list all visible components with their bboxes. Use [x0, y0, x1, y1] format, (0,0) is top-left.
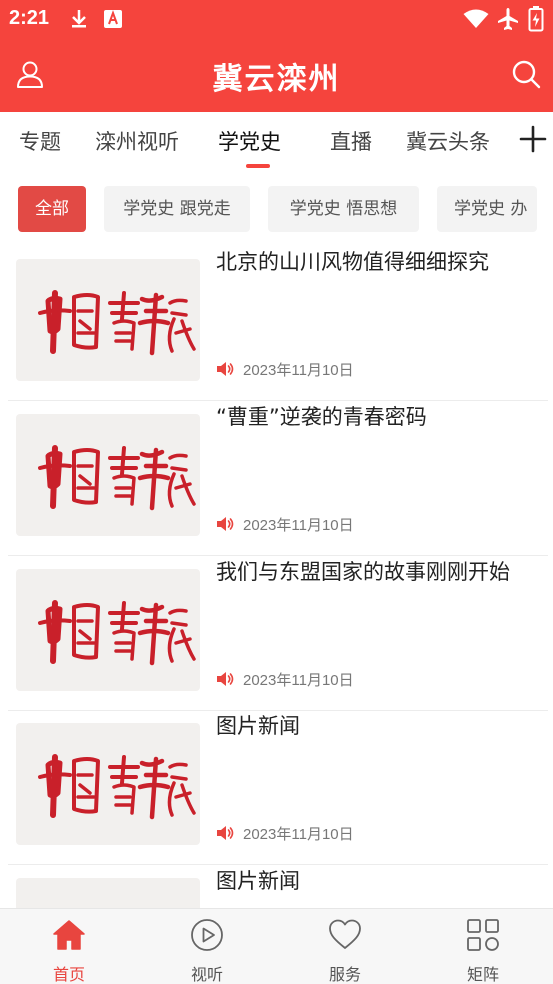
- article-item[interactable]: 图片新闻 2023年11月10日: [8, 711, 548, 865]
- article-thumbnail: [16, 569, 200, 691]
- audio-icon: [217, 672, 234, 686]
- article-title: “曹重”逆袭的青春密码: [216, 405, 427, 429]
- tab-topics[interactable]: 专题: [19, 126, 61, 156]
- article-date: 2023年11月10日: [243, 362, 354, 379]
- nav-home[interactable]: 首页: [14, 909, 124, 984]
- tab-live[interactable]: 直播: [330, 126, 372, 156]
- nav-matrix[interactable]: 矩阵: [428, 909, 538, 984]
- wifi-icon: [463, 9, 489, 28]
- chip-follow-party[interactable]: 学党史 跟党走: [104, 186, 250, 232]
- article-item[interactable]: 北京的山川风物值得细细探究 2023年11月10日: [8, 247, 548, 401]
- active-tab-indicator: [246, 164, 270, 168]
- article-thumbnail: [16, 723, 200, 845]
- chip-do-practical[interactable]: 学党史 办: [437, 186, 537, 232]
- download-icon: [72, 10, 86, 28]
- status-time: 2:21: [9, 7, 50, 29]
- nav-services[interactable]: 服务: [290, 909, 400, 984]
- article-title: 图片新闻: [216, 714, 300, 738]
- newspaper-logo-image: [38, 445, 196, 511]
- nav-audiovisual-label: 视听: [190, 965, 223, 984]
- nav-home-label: 首页: [52, 965, 85, 984]
- play-circle-icon: [191, 919, 223, 951]
- article-thumbnail: [16, 259, 200, 381]
- article-title: 我们与东盟国家的故事刚刚开始: [216, 560, 510, 584]
- nav-matrix-label: 矩阵: [466, 965, 499, 984]
- article-date: 2023年11月10日: [243, 517, 354, 534]
- bottom-navigation: 首页 视听 服务 矩阵: [0, 908, 553, 984]
- nav-audiovisual[interactable]: 视听: [152, 909, 262, 984]
- newspaper-logo-image: [38, 754, 196, 820]
- subcategory-chips: 全部 学党史 跟党走 学党史 悟思想 学党史 办: [0, 186, 553, 232]
- tab-luanzhou-av[interactable]: 滦州视听: [95, 126, 179, 156]
- newspaper-logo-image: [38, 290, 196, 356]
- audio-icon: [217, 362, 234, 376]
- article-item[interactable]: 我们与东盟国家的故事刚刚开始 2023年11月10日: [8, 557, 548, 711]
- status-bar: 2:21: [0, 0, 553, 38]
- audio-icon: [217, 826, 234, 840]
- app-title: 冀云滦州: [212, 62, 341, 97]
- article-thumbnail: [16, 414, 200, 536]
- plus-icon[interactable]: [518, 124, 548, 154]
- search-icon[interactable]: [510, 58, 542, 90]
- nav-services-label: 服务: [328, 965, 361, 984]
- article-title: 北京的山川风物值得细细探究: [216, 250, 489, 274]
- font-a-icon: [104, 10, 122, 28]
- airplane-mode-icon: [498, 8, 518, 30]
- grid-icon: [467, 919, 499, 951]
- tab-party-history[interactable]: 学党史: [218, 126, 281, 156]
- audio-icon: [217, 517, 234, 531]
- chip-understand-thought[interactable]: 学党史 悟思想: [268, 186, 419, 232]
- tab-jiyun-headlines[interactable]: 冀云头条: [406, 126, 490, 156]
- app-top-bar: 2:21 冀云滦州: [0, 0, 553, 112]
- article-title: 图片新闻: [216, 869, 300, 893]
- chip-all[interactable]: 全部: [18, 186, 86, 232]
- newspaper-logo-image: [38, 600, 196, 666]
- home-icon: [53, 920, 85, 950]
- article-date: 2023年11月10日: [243, 672, 354, 689]
- channel-tabs: 专题 滦州视听 学党史 直播 冀云头条: [0, 112, 553, 170]
- article-item[interactable]: “曹重”逆袭的青春密码 2023年11月10日: [8, 402, 548, 556]
- article-date: 2023年11月10日: [243, 826, 354, 843]
- battery-charging-icon: [528, 6, 544, 32]
- heart-icon: [329, 919, 361, 949]
